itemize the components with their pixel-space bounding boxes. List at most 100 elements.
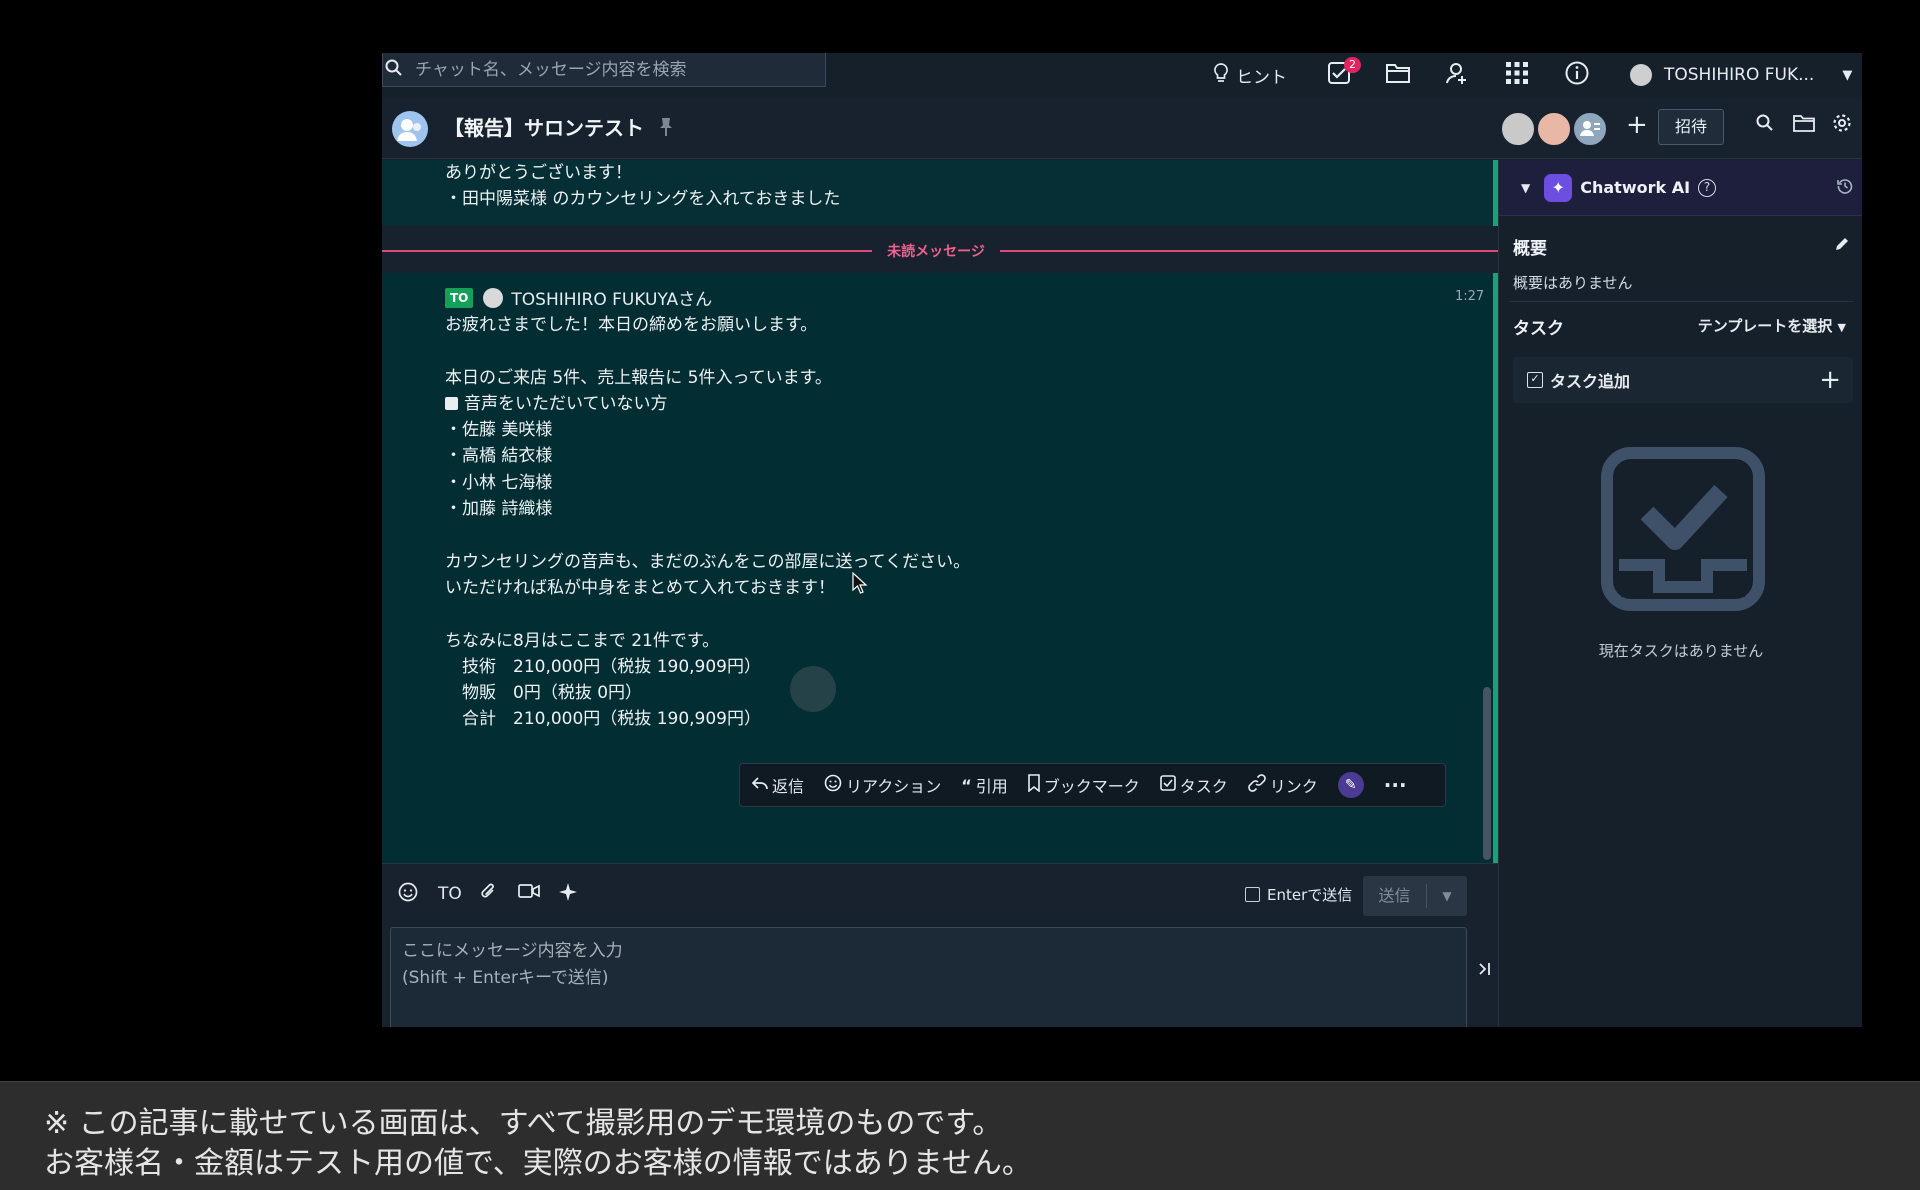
plus-icon[interactable]: + — [1626, 110, 1648, 140]
message-time: 1:27 — [1455, 289, 1485, 304]
smiley-icon — [824, 774, 842, 796]
enter-to-send-checkbox[interactable] — [1245, 887, 1260, 902]
unread-label: 未読メッセージ — [887, 244, 985, 260]
hint-label: ヒント — [1236, 67, 1287, 88]
plus-icon[interactable]: + — [1819, 357, 1841, 403]
info-icon — [1565, 61, 1589, 90]
search-box[interactable] — [382, 53, 826, 87]
unread-divider-line — [1000, 250, 1498, 252]
lightbulb-icon — [1214, 62, 1228, 88]
hint-button[interactable]: ヒント — [1214, 53, 1287, 97]
ai-sparkle-icon[interactable] — [558, 882, 578, 907]
pin-icon[interactable] — [659, 117, 673, 142]
task-count-badge: 2 — [1344, 56, 1361, 73]
link-button[interactable]: リンク — [1247, 773, 1318, 797]
message-body: お疲れさまでした！本日の締めをお願いします。 本日のご来店 5件、売上報告に 5… — [445, 312, 970, 733]
quote-button[interactable]: “引用 — [961, 773, 1008, 797]
chatwork-window: ヒント 2 TOSHIHIRO FUK... ▼ — [382, 53, 1862, 1027]
invite-button[interactable]: 招待 — [1658, 109, 1724, 145]
member-list-icon[interactable] — [1572, 111, 1608, 147]
caption-line-2: お客様名・金額はテスト用の値で、実際のお客様の情報ではありません。 — [44, 1146, 1032, 1181]
message-text: お疲れさまでした！本日の締めをお願いします。 本日のご来店 5件、売上報告に 5… — [445, 315, 832, 388]
send-label: 送信 — [1363, 884, 1427, 908]
apps-button[interactable] — [1505, 53, 1529, 97]
room-avatar — [392, 111, 428, 147]
ai-wand-button[interactable]: ✎ — [1337, 772, 1364, 798]
member-avatar[interactable] — [1536, 111, 1572, 147]
to-badge: TO — [445, 287, 474, 308]
send-button[interactable]: 送信 ▼ — [1363, 876, 1467, 916]
info-button[interactable] — [1565, 53, 1589, 97]
collapse-triangle-icon[interactable]: ▼ — [1521, 181, 1530, 195]
right-panel: ▼ ✦ Chatwork AI ? 概要 概要はありません タスク テンプレート… — [1498, 160, 1862, 1027]
message-composer[interactable] — [390, 927, 1467, 1027]
task-check-icon: 2 — [1327, 56, 1361, 90]
chat-timeline[interactable]: ありがとうございます！ ・田中陽菜様 のカウンセリングを入れておきました 未読メ… — [382, 160, 1498, 863]
message-header: TO TOSHIHIRO FUKUYAさん — [445, 285, 712, 310]
member-avatar[interactable] — [1500, 111, 1536, 147]
mouse-cursor-icon — [852, 571, 868, 598]
search-icon — [385, 59, 405, 81]
user-menu[interactable]: TOSHIHIRO FUK... ▼ — [1630, 53, 1852, 97]
quote-icon: “ — [961, 775, 972, 795]
summary-heading: 概要 — [1513, 239, 1547, 259]
divider — [1509, 301, 1853, 302]
link-icon — [1247, 774, 1266, 796]
square-bullet-icon — [445, 396, 458, 410]
caption-line-1: ※ この記事に載せている画面は、すべて撮影用のデモ環境のものです。 — [44, 1106, 1003, 1141]
message-text: ・佐藤 美咲様 ・高橋 結衣様 ・小林 七海様 ・加藤 詩織様 カウンセリングの… — [445, 420, 971, 730]
collapse-panel-icon[interactable] — [1478, 961, 1492, 981]
add-task-label: タスク追加 — [1550, 372, 1631, 391]
task-check-icon — [1159, 775, 1176, 795]
ai-title: Chatwork AI — [1580, 178, 1691, 197]
previous-message-text: ありがとうございます！ ・田中陽菜様 のカウンセリングを入れておきました — [445, 163, 841, 210]
room-title: 【報告】サロンテスト — [444, 116, 644, 140]
folder-icon — [1385, 62, 1411, 89]
chevron-down-icon[interactable]: ▼ — [1427, 889, 1467, 903]
enter-to-send-toggle[interactable]: Enterで送信 — [1245, 884, 1352, 905]
enter-to-send-label: Enterで送信 — [1267, 886, 1353, 904]
message-input[interactable] — [402, 938, 1455, 1027]
disclaimer-caption: ※ この記事に載せている画面は、すべて撮影用のデモ環境のものです。 お客様名・金… — [0, 1081, 1920, 1190]
summary-empty-text: 概要はありません — [1513, 274, 1633, 292]
my-tasks-button[interactable]: 2 — [1327, 53, 1361, 97]
search-input[interactable] — [415, 59, 815, 80]
grid-icon — [1505, 61, 1529, 90]
emoji-icon[interactable] — [398, 882, 418, 907]
bookmark-icon — [1027, 774, 1040, 796]
add-task-row[interactable]: ✓ タスク追加 + — [1513, 357, 1853, 403]
previous-message: ありがとうございます！ ・田中陽菜様 のカウンセリングを入れておきました — [382, 160, 1498, 226]
files-button[interactable] — [1385, 53, 1411, 97]
edit-pencil-icon[interactable] — [1834, 236, 1850, 256]
magic-wand-icon: ✎ — [1344, 777, 1357, 793]
reply-arrow-icon — [751, 775, 768, 795]
history-icon[interactable] — [1837, 178, 1853, 198]
sender-name[interactable]: TOSHIHIRO FUKUYAさん — [511, 285, 712, 310]
reaction-button[interactable]: リアクション — [824, 773, 941, 797]
to-button[interactable]: TO — [438, 884, 462, 904]
unread-divider: 未読メッセージ — [382, 241, 1498, 260]
gear-icon[interactable] — [1832, 113, 1852, 138]
folder-icon[interactable] — [1793, 113, 1815, 137]
template-select[interactable]: テンプレートを選択 ▼ — [1698, 315, 1846, 336]
cursor-click-indicator — [790, 666, 836, 712]
task-empty-text: 現在タスクはありません — [1598, 642, 1764, 660]
user-avatar — [1630, 64, 1652, 86]
contacts-button[interactable] — [1445, 53, 1469, 97]
composer-toolbar: TO Enterで送信 送信 ▼ — [382, 863, 1498, 923]
room-header: 【報告】サロンテスト + 招待 — [382, 97, 1862, 159]
scrollbar[interactable] — [1483, 687, 1491, 860]
task-button[interactable]: タスク — [1159, 773, 1228, 797]
bookmark-button[interactable]: ブックマーク — [1027, 773, 1140, 797]
chatwork-ai-bar[interactable]: ▼ ✦ Chatwork AI ? — [1499, 160, 1862, 216]
help-icon[interactable]: ? — [1698, 178, 1717, 197]
search-icon[interactable] — [1756, 113, 1774, 137]
user-name: TOSHIHIRO FUK... — [1664, 65, 1815, 85]
video-call-icon[interactable] — [518, 882, 540, 905]
more-options-icon[interactable]: ··· — [1384, 773, 1407, 797]
task-check-icon: ✓ — [1527, 372, 1543, 388]
sender-avatar[interactable] — [483, 287, 504, 308]
message-action-bar: 返信 リアクション “引用 ブックマーク タスク リンク ✎ ··· — [739, 763, 1446, 807]
attachment-icon[interactable] — [478, 882, 498, 907]
reply-button[interactable]: 返信 — [751, 773, 804, 797]
